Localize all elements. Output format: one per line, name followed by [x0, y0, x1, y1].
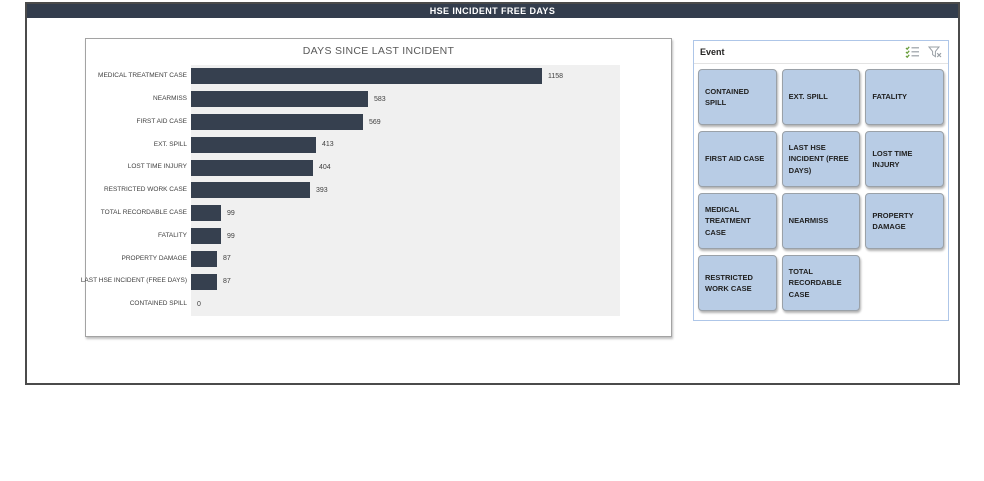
bar-chart-card: DAYS SINCE LAST INCIDENT MEDICAL TREATME… [80, 38, 672, 337]
bar[interactable] [191, 68, 542, 85]
slicer-button-fatality[interactable]: FATALITY [865, 69, 944, 125]
category-label: NEARMISS [153, 94, 187, 102]
slicer-button-nearmiss[interactable]: NEARMISS [781, 193, 861, 249]
bar-row: 0 [191, 293, 620, 316]
bar-row: 569 [191, 111, 620, 134]
category-label: FIRST AID CASE [136, 117, 187, 125]
category-label: LAST HSE INCIDENT (FREE DAYS) [80, 277, 187, 285]
bar[interactable] [191, 182, 310, 199]
category-label: TOTAL RECORDABLE CASE [100, 209, 187, 217]
report-header: HSE INCIDENT FREE DAYS [27, 4, 958, 18]
bar-value-label: 569 [369, 118, 381, 126]
slicer-button-lost-time-injury[interactable]: LOST TIME INJURY [865, 131, 944, 187]
bar-value-label: 99 [227, 232, 235, 240]
bar-row: 87 [191, 270, 620, 293]
event-slicer: Event CONTAINED SPILL EXT. SPILL FATALIT… [693, 40, 949, 321]
slicer-toolbar [905, 46, 942, 58]
bar-row: 99 [191, 202, 620, 225]
category-label: CONTAINED SPILL [129, 300, 187, 308]
category-label: FATALITY [157, 231, 187, 239]
category-label: PROPERTY DAMAGE [121, 254, 188, 262]
bar-value-label: 87 [223, 278, 231, 286]
chart-plot-area: 1158 583 569 413 404 393 99 99 87 87 0 [191, 65, 620, 316]
bar-value-label: 404 [319, 164, 331, 172]
page-title: HSE INCIDENT FREE DAYS [429, 6, 556, 16]
bar[interactable] [191, 228, 221, 245]
bar-value-label: 87 [223, 255, 231, 263]
bar-row: 87 [191, 248, 620, 271]
report-page: HSE INCIDENT FREE DAYS DAYS SINCE LAST I… [25, 2, 960, 385]
bar-row: 413 [191, 133, 620, 156]
clear-filter-icon[interactable] [928, 46, 942, 58]
slicer-header: Event [694, 41, 948, 64]
bar[interactable] [191, 159, 313, 176]
bar-value-label: 413 [322, 141, 334, 149]
slicer-button-last-hse-incident-free-days[interactable]: LAST HSE INCIDENT (FREE DAYS) [781, 131, 861, 187]
slicer-title: Event [700, 47, 725, 57]
bar-row: 1158 [191, 65, 620, 88]
select-all-icon[interactable] [905, 46, 920, 58]
slicer-button-total-recordable-case[interactable]: TOTAL RECORDABLE CASE [781, 255, 861, 311]
chart-category-axis: MEDICAL TREATMENT CASE NEARMISS FIRST AID … [80, 65, 188, 316]
slicer-button-restricted-work-case[interactable]: RESTRICTED WORK CASE [698, 255, 777, 311]
bar-row: 583 [191, 88, 620, 111]
category-label: LOST TIME INJURY [127, 163, 187, 171]
chart-title: DAYS SINCE LAST INCIDENT [302, 45, 455, 57]
bar-value-label: 583 [374, 95, 386, 103]
category-label: RESTRICTED WORK CASE [103, 186, 187, 194]
slicer-button-first-aid-case[interactable]: FIRST AID CASE [698, 131, 777, 187]
bar-value-label: 1158 [548, 72, 564, 80]
slicer-button-ext-spill[interactable]: EXT. SPILL [781, 69, 861, 125]
slicer-button-property-damage[interactable]: PROPERTY DAMAGE [865, 193, 944, 249]
bar[interactable] [191, 136, 316, 153]
category-label: MEDICAL TREATMENT CASE [98, 72, 187, 80]
bar-row: 393 [191, 179, 620, 202]
bar-value-label: 99 [227, 209, 235, 217]
bar[interactable] [191, 250, 217, 267]
bar-row: 99 [191, 225, 620, 248]
bar-row: 404 [191, 156, 620, 179]
bar[interactable] [191, 205, 221, 222]
category-label: EXT. SPILL [153, 140, 187, 148]
bar-value-label: 393 [316, 186, 328, 194]
bar[interactable] [191, 91, 368, 108]
slicer-button-contained-spill[interactable]: CONTAINED SPILL [698, 69, 777, 125]
slicer-button-medical-treatment-case[interactable]: MEDICAL TREATMENT CASE [698, 193, 777, 249]
bar[interactable] [191, 273, 217, 290]
bar[interactable] [191, 114, 363, 131]
bar-value-label: 0 [197, 301, 201, 309]
slicer-button-grid: CONTAINED SPILL EXT. SPILL FATALITY FIRST A… [694, 64, 948, 316]
